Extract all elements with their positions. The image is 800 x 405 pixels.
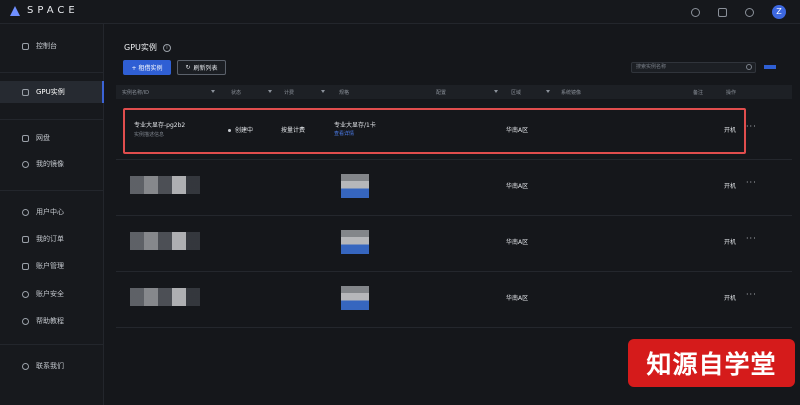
divider — [0, 344, 104, 345]
image-icon — [22, 160, 29, 168]
region-text: 华南A区 — [506, 183, 529, 190]
sidebar-item-label: 我的订单 — [36, 235, 64, 243]
divider — [0, 119, 104, 120]
column-header-billing: 计费 — [284, 90, 295, 96]
refresh-list-button[interactable]: ↻ 刷新列表 — [177, 60, 226, 75]
more-actions-icon[interactable]: ··· — [746, 234, 757, 243]
search-icon — [746, 64, 752, 70]
more-actions-icon[interactable]: ··· — [746, 178, 757, 187]
blurred-spec — [341, 286, 369, 310]
filter-icon[interactable] — [268, 90, 272, 93]
view-toggle-button[interactable] — [764, 65, 776, 69]
column-header-actions: 操作 — [726, 90, 737, 96]
gpu-icon — [22, 88, 29, 96]
filter-icon[interactable] — [211, 90, 215, 93]
search-placeholder: 搜索实例名称 — [636, 64, 667, 70]
sidebar: 控制台 GPU实例 网盘 我的镜像 用户中心 我的订单 账户管理 账户安全 帮助… — [0, 24, 104, 405]
filter-icon[interactable] — [321, 90, 325, 93]
sidebar-item-label: 帮助教程 — [36, 317, 64, 325]
brand-name: SPACE — [27, 5, 79, 16]
column-header-config: 配置 — [436, 90, 447, 96]
sidebar-item-label: 用户中心 — [36, 208, 64, 216]
message-icon[interactable] — [745, 7, 754, 17]
top-bar: SPACE Z — [0, 0, 800, 24]
sidebar-item-gpu-instances[interactable]: GPU实例 — [0, 81, 104, 103]
page-title: GPU实例 i — [124, 42, 171, 53]
column-header-notes: 备注 — [693, 90, 704, 96]
sidebar-item-label: 控制台 — [36, 42, 57, 50]
sidebar-item-dashboard[interactable]: 控制台 — [0, 35, 104, 57]
sidebar-item-security[interactable]: 账户安全 — [0, 283, 104, 305]
sidebar-item-user-center[interactable]: 用户中心 — [0, 201, 104, 223]
info-icon[interactable]: i — [162, 43, 171, 52]
power-on-button[interactable]: 开机 — [724, 293, 736, 302]
sidebar-item-label: 账户安全 — [36, 290, 64, 298]
home-icon — [22, 42, 29, 50]
column-header-status: 状态 — [231, 90, 242, 96]
table-row[interactable]: 华南A区 开机 ··· — [116, 272, 792, 328]
region-text: 华南A区 — [506, 295, 529, 302]
divider — [0, 72, 104, 73]
blurred-instance-name — [130, 288, 200, 306]
app-window: SPACE Z 控制台 GPU实例 网盘 我的镜像 用户中心 我的订单 账户管理… — [0, 0, 800, 405]
document-icon[interactable] — [718, 7, 727, 17]
column-header-image: 系统镜像 — [561, 90, 582, 96]
more-actions-icon[interactable]: ··· — [746, 290, 757, 299]
logo[interactable]: SPACE — [10, 5, 79, 16]
search-input[interactable]: 搜索实例名称 — [631, 62, 756, 73]
power-on-button[interactable]: 开机 — [724, 237, 736, 246]
highlight-box — [123, 108, 746, 154]
avatar[interactable]: Z — [772, 5, 786, 19]
order-icon — [22, 235, 29, 243]
blurred-spec — [341, 174, 369, 198]
help-icon — [22, 317, 29, 325]
refresh-label: 刷新列表 — [193, 65, 218, 72]
sidebar-item-help[interactable]: 帮助教程 — [0, 310, 104, 332]
account-icon — [22, 262, 29, 270]
disk-icon — [22, 134, 29, 142]
divider — [0, 190, 104, 191]
sidebar-item-contact[interactable]: 联系我们 — [0, 355, 104, 377]
create-instance-button[interactable]: + 租借实例 — [123, 60, 171, 75]
blurred-spec — [341, 230, 369, 254]
blurred-instance-name — [130, 176, 200, 194]
column-header-name: 实例名称/ID — [122, 90, 150, 96]
top-actions: Z — [691, 5, 786, 19]
power-on-button[interactable]: 开机 — [724, 181, 736, 190]
table-header: 实例名称/ID 状态 计费 规格 配置 区域 系统镜像 备注 操作 — [116, 85, 792, 99]
sidebar-item-label: 联系我们 — [36, 362, 64, 370]
page-title-text: GPU实例 — [124, 43, 157, 52]
sidebar-item-disk[interactable]: 网盘 — [0, 127, 104, 149]
logo-icon — [10, 5, 20, 16]
region-text: 华南A区 — [506, 239, 529, 246]
watermark: 知源自学堂 — [628, 339, 795, 387]
watermark-text: 知源自学堂 — [646, 350, 777, 379]
more-actions-icon[interactable]: ··· — [746, 122, 757, 131]
notification-icon[interactable] — [691, 7, 700, 17]
column-header-spec: 规格 — [339, 90, 350, 96]
blurred-instance-name — [130, 232, 200, 250]
sidebar-item-label: GPU实例 — [36, 88, 65, 96]
shield-icon — [22, 290, 29, 298]
refresh-icon: ↻ — [185, 64, 191, 71]
sidebar-item-account[interactable]: 账户管理 — [0, 255, 104, 277]
user-icon — [22, 208, 29, 216]
contact-icon — [22, 362, 29, 370]
filter-icon[interactable] — [546, 90, 550, 93]
table-row[interactable]: 华南A区 开机 ··· — [116, 160, 792, 216]
filter-icon[interactable] — [494, 90, 498, 93]
sidebar-item-label: 网盘 — [36, 134, 50, 142]
sidebar-item-orders[interactable]: 我的订单 — [0, 228, 104, 250]
column-header-region: 区域 — [511, 90, 522, 96]
sidebar-item-label: 账户管理 — [36, 262, 64, 270]
table-row[interactable]: 华南A区 开机 ··· — [116, 216, 792, 272]
sidebar-item-label: 我的镜像 — [36, 160, 64, 168]
sidebar-item-images[interactable]: 我的镜像 — [0, 153, 104, 175]
